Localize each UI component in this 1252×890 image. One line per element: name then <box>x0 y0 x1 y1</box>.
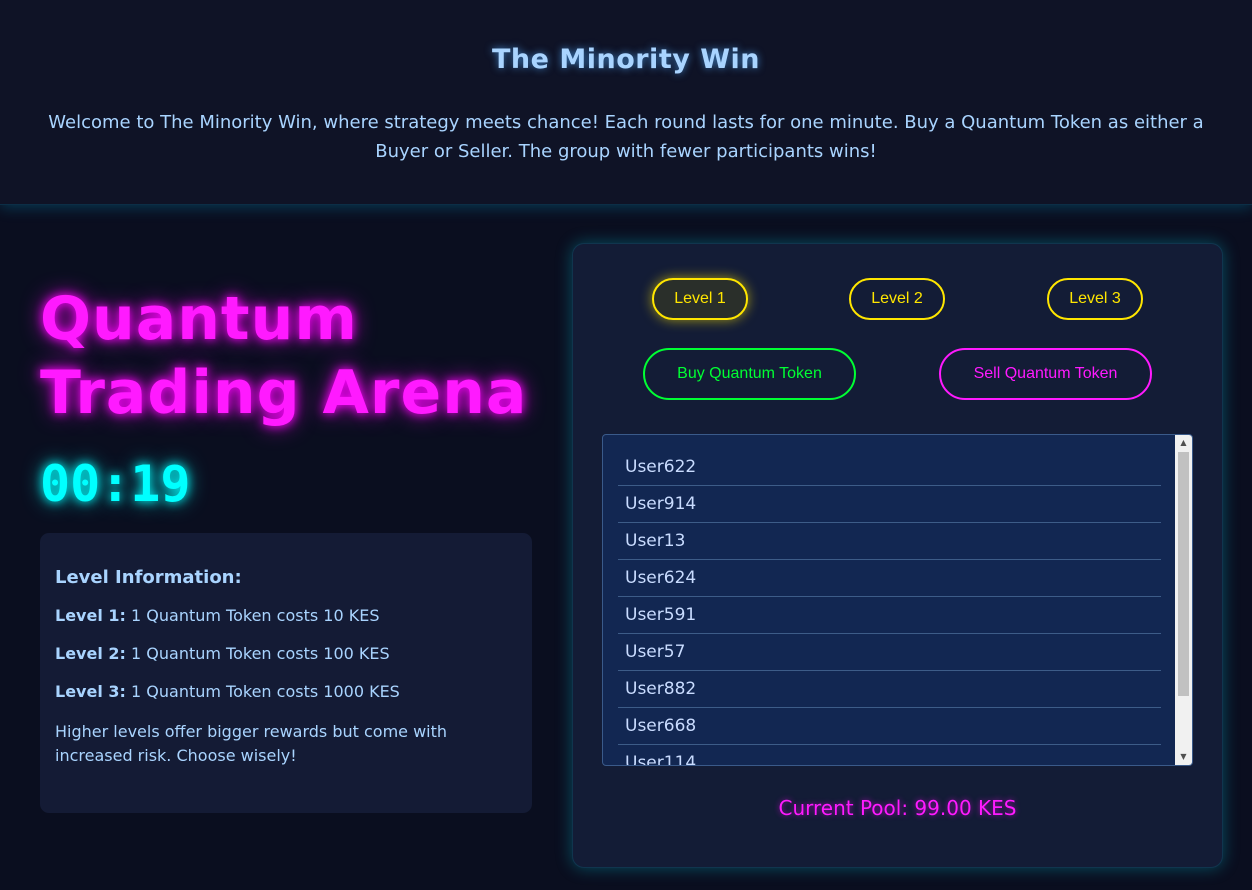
list-scrollbar[interactable]: ▲ ▼ <box>1175 435 1192 765</box>
arena-title-line-2: Trading Arena <box>40 358 528 428</box>
level-info-heading: Level Information: <box>55 567 242 588</box>
arena-title-line-1: Quantum <box>40 284 358 354</box>
scroll-down-icon[interactable]: ▼ <box>1175 750 1192 764</box>
level-info-text: 1 Quantum Token costs 10 KES <box>131 606 380 625</box>
participant-list[interactable]: User622 User914 User13 User624 User591 U… <box>602 434 1193 766</box>
level-1-button[interactable]: Level 1 <box>652 278 748 320</box>
level-info-panel: Level Information: Level 1: 1 Quantum To… <box>40 533 532 813</box>
scroll-up-icon[interactable]: ▲ <box>1175 436 1192 450</box>
site-header: The Minority Win Welcome to The Minority… <box>0 0 1252 205</box>
level-3-button[interactable]: Level 3 <box>1047 278 1143 320</box>
round-timer: 00:19 <box>40 455 191 513</box>
current-pool: Current Pool: 99.00 KES <box>778 796 1017 820</box>
level-info-text: 1 Quantum Token costs 1000 KES <box>131 682 400 701</box>
level-2-button[interactable]: Level 2 <box>849 278 945 320</box>
list-item: User624 <box>618 560 1161 597</box>
list-item: User914 <box>618 486 1161 523</box>
list-item: User591 <box>618 597 1161 634</box>
intro-text: Welcome to The Minority Win, where strat… <box>48 112 1204 162</box>
level-info-item: Level 2: 1 Quantum Token costs 100 KES <box>55 644 517 663</box>
scroll-thumb[interactable] <box>1178 452 1189 696</box>
site-title: The Minority Win <box>492 44 760 75</box>
level-info-note: Higher levels offer bigger rewards but c… <box>55 722 448 765</box>
level-info-label: Level 3: <box>55 682 126 701</box>
level-info-label: Level 2: <box>55 644 126 663</box>
list-item: User622 <box>618 449 1161 486</box>
level-info-item: Level 3: 1 Quantum Token costs 1000 KES <box>55 682 517 701</box>
level-info-label: Level 1: <box>55 606 126 625</box>
buy-token-button[interactable]: Buy Quantum Token <box>643 348 856 400</box>
list-item: User57 <box>618 634 1161 671</box>
arena-title: Quantum Trading Arena <box>40 282 540 430</box>
sell-token-button[interactable]: Sell Quantum Token <box>939 348 1152 400</box>
level-info-item: Level 1: 1 Quantum Token costs 10 KES <box>55 606 517 625</box>
game-panel: Level 1 Level 2 Level 3 Buy Quantum Toke… <box>572 243 1223 868</box>
list-item: User13 <box>618 523 1161 560</box>
participant-list-items: User622 User914 User13 User624 User591 U… <box>618 449 1161 765</box>
level-info-text: 1 Quantum Token costs 100 KES <box>131 644 390 663</box>
list-item: User114 <box>618 745 1161 765</box>
list-item: User668 <box>618 708 1161 745</box>
list-item: User882 <box>618 671 1161 708</box>
